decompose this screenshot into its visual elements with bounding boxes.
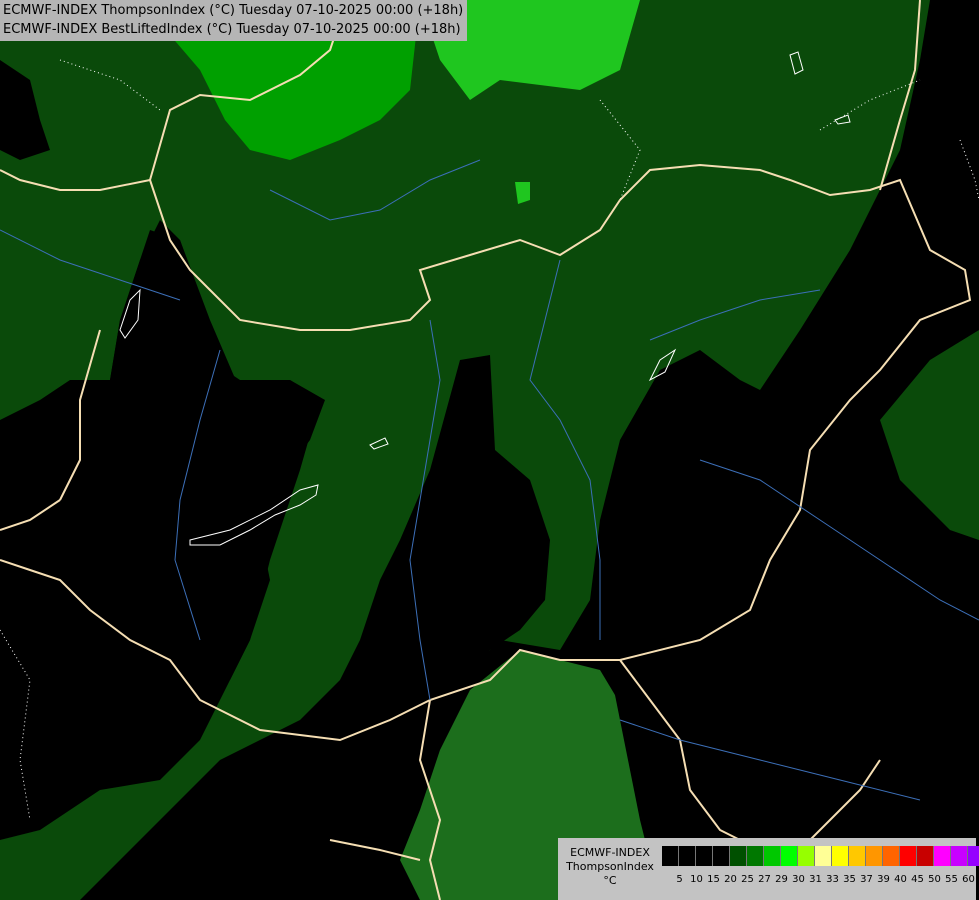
legend-swatch — [747, 846, 764, 866]
legend-swatch — [917, 846, 934, 866]
legend-tick-label: 39 — [877, 874, 890, 885]
legend-tick-label: 33 — [826, 874, 839, 885]
legend-swatch — [696, 846, 713, 866]
legend-swatch — [934, 846, 951, 866]
legend-parameter: ThompsonIndex — [566, 860, 654, 873]
legend-tick-label: 15 — [707, 874, 720, 885]
legend-tick-label: 31 — [809, 874, 822, 885]
legend-tick-label: 60 — [962, 874, 975, 885]
legend-tick-label: 40 — [894, 874, 907, 885]
header-line-bestlifted: ECMWF-INDEX BestLiftedIndex (°C) Tuesday… — [3, 22, 461, 37]
legend-swatch — [662, 846, 679, 866]
legend-title: ECMWF-INDEX ThompsonIndex °C — [558, 846, 662, 888]
legend-unit: °C — [603, 874, 617, 887]
legend-swatch — [849, 846, 866, 866]
color-legend: ECMWF-INDEX ThompsonIndex °C 5 10 15 20 25 27… — [558, 838, 979, 900]
legend-swatch — [798, 846, 815, 866]
legend-swatch — [951, 846, 968, 866]
legend-tick-label: 37 — [860, 874, 873, 885]
legend-swatch — [815, 846, 832, 866]
legend-swatch — [730, 846, 747, 866]
legend-tick-label: 50 — [928, 874, 941, 885]
legend-color-bar — [662, 846, 979, 866]
legend-ticks: 5 10 15 20 25 27 29 30 31 33 35 37 39 40 45 50 55 60 — [671, 874, 977, 886]
legend-swatch — [900, 846, 917, 866]
legend-tick-label: 10 — [690, 874, 703, 885]
legend-swatch — [781, 846, 798, 866]
legend-tick-label: 29 — [775, 874, 788, 885]
header-line-thompson: ECMWF-INDEX ThompsonIndex (°C) Tuesday 0… — [3, 3, 464, 18]
legend-swatch — [764, 846, 781, 866]
legend-tick-label: 35 — [843, 874, 856, 885]
legend-swatch — [883, 846, 900, 866]
legend-tick-label: 30 — [792, 874, 805, 885]
legend-swatch — [832, 846, 849, 866]
legend-swatch — [866, 846, 883, 866]
legend-tick-label: 20 — [724, 874, 737, 885]
legend-tick-label: 27 — [758, 874, 771, 885]
legend-model: ECMWF-INDEX — [570, 846, 650, 859]
legend-swatch — [713, 846, 730, 866]
legend-tick-label: 45 — [911, 874, 924, 885]
legend-tick-label: 25 — [741, 874, 754, 885]
map-header: ECMWF-INDEX ThompsonIndex (°C) Tuesday 0… — [0, 0, 468, 41]
legend-swatch — [679, 846, 696, 866]
legend-tick-label: 55 — [945, 874, 958, 885]
weather-map — [0, 0, 979, 900]
legend-swatch — [968, 846, 979, 866]
legend-tick-label: 5 — [676, 874, 683, 885]
